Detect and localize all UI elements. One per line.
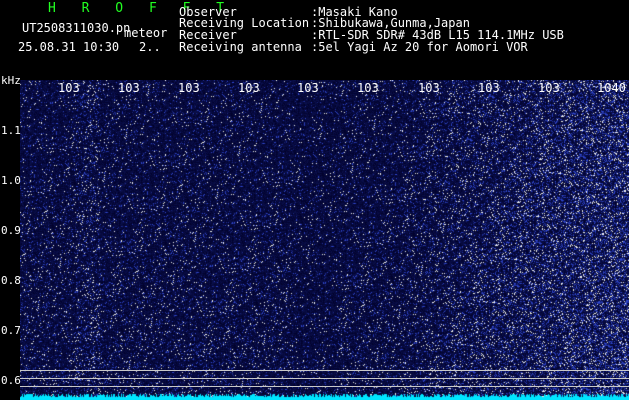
x-tick-4: 103 [238,81,260,95]
y-tick-5: 0.7 [1,324,21,337]
x-tick-8: 103 [478,81,500,95]
spectrogram-canvas [20,80,629,400]
x-tick-10: 1040 [597,81,626,95]
y-tick-3: 0.9 [1,224,21,237]
info-value-antenna: :5el Yagi Az 20 for Aomori VOR [311,40,528,54]
x-tick-2: 103 [118,81,140,95]
mode-label: meteor [124,26,168,40]
x-tick-5: 103 [297,81,319,95]
filename-label: UT2508311030.pn [22,21,131,35]
reference-line-middle [20,378,629,379]
y-axis-unit: kHz [1,74,21,87]
x-tick-3: 103 [178,81,200,95]
y-tick-6: 0.6 [1,374,21,387]
y-tick-4: 0.8 [1,274,21,287]
reference-line-upper [20,370,629,371]
x-tick-1: 103 [58,81,80,95]
header-panel: H R O F F T UT2508311030.pn meteor 25.08… [0,0,629,80]
info-label-antenna: Receiving antenna [179,40,302,54]
x-tick-6: 103 [357,81,379,95]
reference-line-lower [20,386,629,387]
x-tick-7: 103 [418,81,440,95]
y-tick-1: 1.1 [1,124,21,137]
x-tick-9: 103 [538,81,560,95]
y-tick-2: 1.0 [1,174,21,187]
datetime-label: 25.08.31 10:30 [18,40,120,54]
frame-label: 2.. [139,40,161,54]
